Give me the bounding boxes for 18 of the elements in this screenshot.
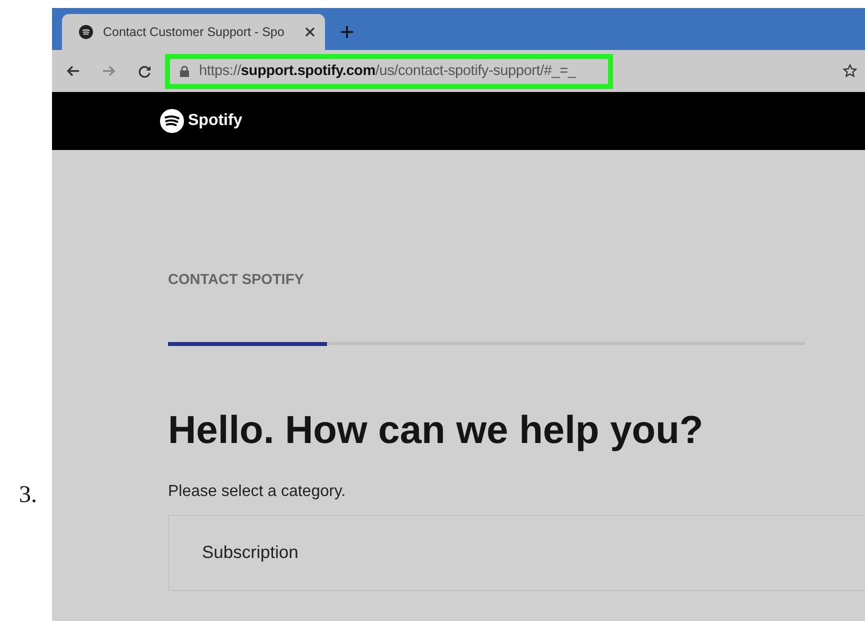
back-arrow-icon[interactable] [66,65,80,77]
page-heading: Hello. How can we help you? [168,408,704,452]
reload-icon[interactable] [138,64,151,78]
favicon-icon [79,25,93,39]
new-tab-icon[interactable] [341,26,353,38]
brand-name[interactable]: Spotify [188,112,242,130]
address-bar[interactable]: https://support.spotify.com/us/contact-spotify-support/#_=_ [165,54,613,88]
browser-tab[interactable]: Contact Customer Support - Spo [62,14,325,50]
section-label: CONTACT SPOTIFY [168,272,305,288]
star-icon[interactable] [843,64,857,78]
category-prompt: Please select a category. [168,482,347,500]
category-option[interactable]: Subscription [168,514,865,590]
step-number: 3. [18,482,38,509]
lock-icon [180,66,189,76]
close-icon[interactable] [305,27,315,37]
spotify-logo-icon [160,109,184,133]
tab-title: Contact Customer Support - Spo [103,25,286,39]
url-text: https://support.spotify.com/us/contact-spotify-support/#_=_ [199,63,576,79]
